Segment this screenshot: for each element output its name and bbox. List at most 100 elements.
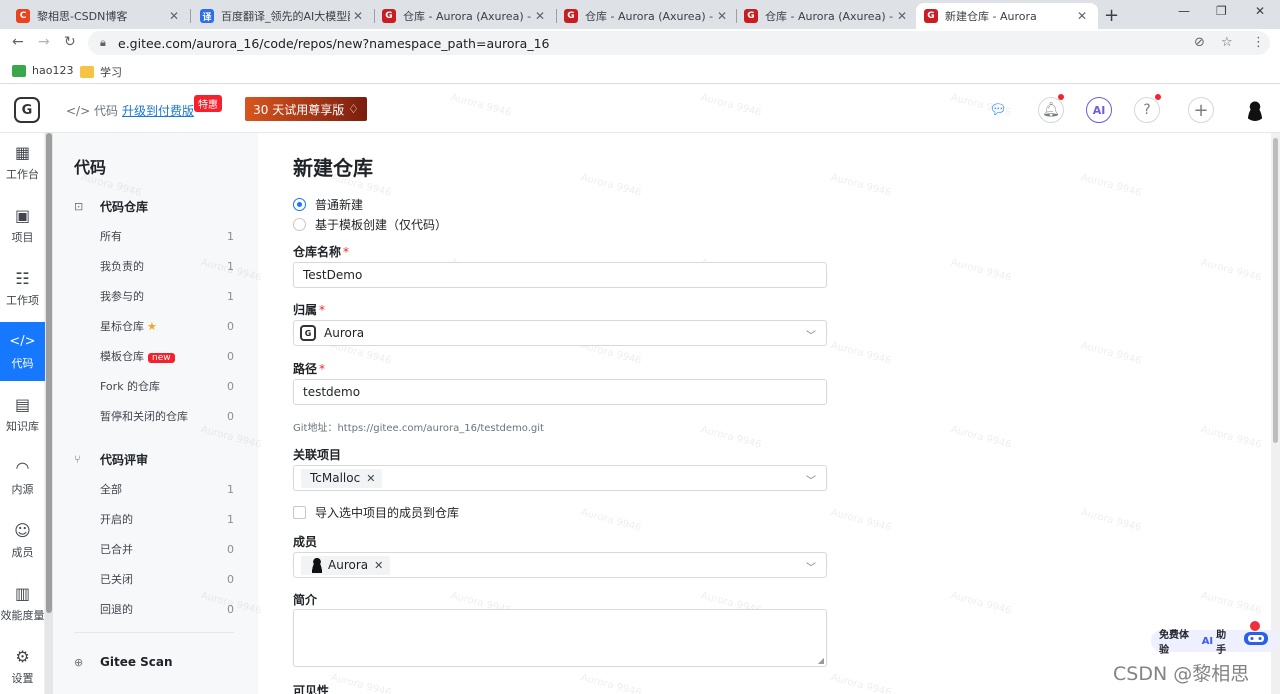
radio-normal-create[interactable]: 普通新建 [293, 196, 363, 213]
app-header: G </> 代码 升级到付费版 特惠 30 天试用尊享版 ♢ 💬︎ 🔔︎ AI … [0, 85, 1280, 133]
member-tag: Aurora ✕ [301, 555, 391, 575]
radio-checked[interactable] [293, 198, 306, 211]
breadcrumb[interactable]: </> 代码 [66, 102, 118, 119]
rail-item-metrics[interactable]: ▥ 效能度量 [0, 574, 45, 633]
new-tab-button[interactable]: + [1104, 5, 1119, 26]
avatar[interactable] [1244, 99, 1266, 121]
close-icon[interactable]: ✕ [532, 9, 548, 23]
browser-tab-repo-1[interactable]: G 仓库 - Aurora (Axurea) - Gi ✕ [374, 3, 556, 29]
sidebar-item-starred[interactable]: 星标仓库 ★ 0 [100, 318, 234, 334]
minimize-icon[interactable]: — [1178, 4, 1190, 18]
bookmark-hao123[interactable]: hao123 [12, 64, 73, 77]
sidebar-item-joined[interactable]: 我参与的 1 [100, 288, 234, 304]
forward-icon[interactable]: → [38, 34, 50, 50]
repo-name-input[interactable]: TestDemo [293, 262, 827, 288]
browser-tab-repo-2[interactable]: G 仓库 - Aurora (Axurea) - Gi ✕ [556, 3, 738, 29]
plus-icon[interactable]: + [1188, 97, 1214, 123]
close-icon[interactable]: ✕ [1074, 9, 1090, 23]
rail-item-settings[interactable]: ⚙ 设置 [0, 637, 45, 694]
import-members-checkbox[interactable]: 导入选中项目的成员到仓库 [293, 504, 459, 521]
project-label: 关联项目 [293, 448, 342, 462]
sidebar-item-review-reverted[interactable]: 回退的 0 [100, 601, 234, 617]
browser-tab-repo-3[interactable]: G 仓库 - Aurora (Axurea) - Gi ✕ [736, 3, 918, 29]
close-icon[interactable]: ✕ [366, 472, 375, 485]
close-icon[interactable]: ✕ [374, 559, 383, 572]
path-input[interactable]: testdemo [293, 379, 827, 405]
intro-textarea[interactable]: ◢ [293, 609, 827, 667]
chat-icon[interactable]: 💬︎ [985, 97, 1011, 123]
sidebar-item-review-merged[interactable]: 已合并 0 [100, 541, 234, 557]
sidebar-item-closed[interactable]: 暂停和关闭的仓库 0 [100, 408, 234, 424]
checkbox-unchecked[interactable] [293, 506, 306, 519]
reload-icon[interactable]: ↻ [64, 34, 76, 50]
close-icon[interactable]: ✕ [350, 9, 366, 23]
browser-tab-bar: C 黎相思-CSDN博客 ✕ 译 百度翻译_领先的AI大模型翻译 ✕ G 仓库 … [0, 0, 1280, 29]
rail-item-inner-source[interactable]: ◠ 内源 [0, 448, 45, 507]
maximize-icon[interactable]: ❐ [1216, 4, 1227, 18]
bookmark-folder[interactable]: 学习 [80, 64, 122, 80]
sidebar-item-forked[interactable]: Fork 的仓库 0 [100, 378, 234, 394]
sidebar-item-review-closed[interactable]: 已关闭 0 [100, 571, 234, 587]
browser-tab-translate[interactable]: 译 百度翻译_领先的AI大模型翻译 ✕ [192, 3, 374, 29]
window-close-icon[interactable]: ✕ [1255, 4, 1265, 18]
upgrade-link[interactable]: 升级到付费版 [122, 102, 194, 119]
rail-item-code[interactable]: </> 代码 [0, 322, 45, 381]
owner-select[interactable]: G Aurora ﹀ [293, 320, 827, 346]
gitee-icon: G [744, 9, 758, 23]
ai-button[interactable]: AI [1086, 97, 1112, 123]
project-icon: ▣ [14, 205, 31, 225]
trial-button[interactable]: 30 天试用尊享版 ♢ [245, 97, 367, 121]
sidebar-item-owned[interactable]: 我负责的 1 [100, 258, 234, 274]
chart-icon: ▥ [14, 583, 31, 603]
git-address-hint: Git地址：https://gitee.com/aurora_16/testde… [293, 423, 544, 434]
url-input[interactable]: 🔒︎ e.gitee.com/aurora_16/code/repos/new?… [88, 31, 1270, 55]
sidebar-item-review-all[interactable]: 全部 1 [100, 481, 234, 497]
issue-icon: ☷ [15, 268, 30, 288]
radio-unchecked[interactable] [293, 218, 306, 231]
section-reviews[interactable]: ⑂ 代码评审 [74, 451, 148, 468]
resize-handle[interactable]: ◢ [818, 656, 824, 665]
code-icon: </> [66, 104, 91, 118]
chevron-down-icon: ﹀ [806, 476, 816, 487]
sidebar-item-template[interactable]: 模板仓库 new 0 [100, 348, 234, 364]
back-icon[interactable]: ← [12, 34, 24, 50]
close-icon[interactable]: ✕ [894, 9, 910, 23]
visibility-label: 可见性 [293, 684, 330, 694]
close-icon[interactable]: ✕ [166, 9, 182, 23]
help-icon[interactable]: ? [1134, 97, 1160, 123]
project-select[interactable]: TcMalloc ✕ ﹀ [293, 465, 827, 491]
main-scrollbar[interactable] [1271, 133, 1280, 694]
section-gitee-scan[interactable]: ⊕ Gitee Scan [74, 655, 173, 669]
gitee-icon: G [924, 9, 938, 23]
rail-item-projects[interactable]: ▣ 项目 [0, 196, 45, 255]
intro-label: 简介 [293, 593, 318, 607]
notification-dot [1058, 94, 1064, 100]
radio-template-create[interactable]: 基于模板创建（仅代码） [293, 216, 447, 233]
eye-off-icon[interactable]: ⊘ [1194, 35, 1205, 50]
rail-item-wiki[interactable]: ▤ 知识库 [0, 385, 45, 444]
path-label: 路径 * [293, 362, 326, 376]
bell-icon[interactable]: 🔔︎ [1038, 97, 1064, 123]
star-icon[interactable]: ☆ [1221, 35, 1233, 50]
gitee-icon: G [382, 9, 396, 23]
sidebar-item-review-open[interactable]: 开启的 1 [100, 511, 234, 527]
robot-icon[interactable] [1240, 619, 1272, 651]
menu-icon[interactable]: ⋮ [1252, 35, 1265, 50]
rail-item-workbench[interactable]: ▦ 工作台 [0, 133, 45, 192]
gear-icon: ⚙ [15, 646, 30, 666]
new-badge: new [148, 353, 175, 363]
dashboard-icon: ▦ [14, 142, 31, 162]
sidebar-scrollbar[interactable] [45, 133, 53, 694]
close-icon[interactable]: ✕ [714, 9, 730, 23]
gitee-org-icon: G [300, 325, 316, 341]
browser-tab-csdn[interactable]: C 黎相思-CSDN博客 ✕ [8, 3, 190, 29]
merge-icon: ⑂ [74, 453, 81, 466]
section-repos[interactable]: ⊡ 代码仓库 [74, 198, 148, 215]
gitee-logo[interactable]: G [14, 97, 40, 123]
rail-item-members[interactable]: ☺ 成员 [0, 511, 45, 570]
sidebar-item-all-repos[interactable]: 所有 1 [100, 228, 234, 244]
rail-item-issues[interactable]: ☷ 工作项 [0, 259, 45, 318]
member-select[interactable]: Aurora ✕ ﹀ [293, 552, 827, 578]
browser-tab-new-repo[interactable]: G 新建仓库 - Aurora ✕ [916, 3, 1098, 29]
repo-icon: ⊡ [74, 200, 84, 213]
